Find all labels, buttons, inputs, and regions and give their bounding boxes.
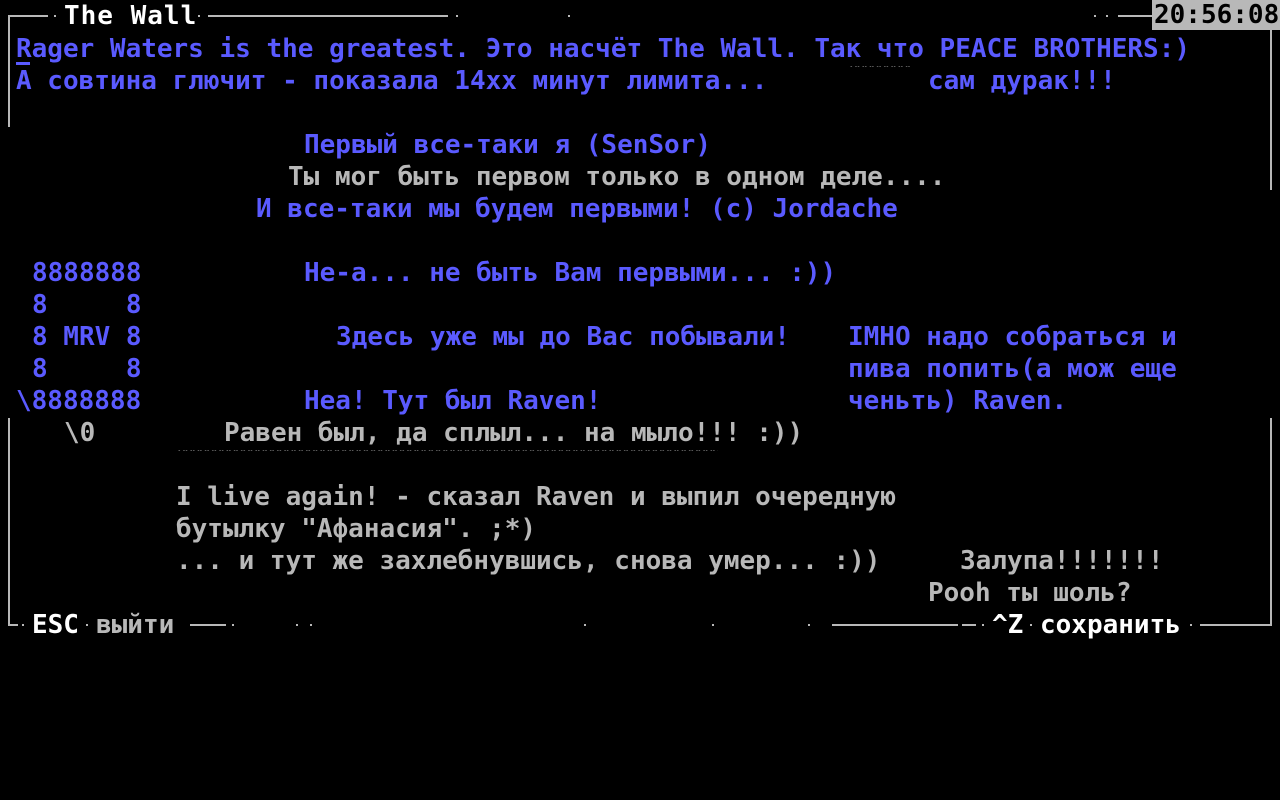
frame-bottom-mid (190, 624, 226, 626)
frame-left (8, 15, 10, 127)
wall-line: Первый все-таки я (SenSor) (304, 130, 711, 160)
wall-line: \0 (64, 418, 96, 448)
frame-dot (456, 15, 458, 17)
scribble-mark: ^^^^^^^^^^^^ (850, 66, 910, 70)
wall-line: А совтина глючит - показала 14хх минут л… (16, 66, 768, 96)
frame-right (1270, 418, 1272, 624)
frame-top-right (1118, 15, 1152, 17)
wall-screen: The Wall 20:56:08 Rager Waters is the gr… (0, 0, 1280, 800)
frame-bottom-mid (962, 624, 976, 626)
frame-dot (54, 15, 56, 17)
scribble-mark: ^^^^^^^^^^^^^^^^^^^^^^^^^^^^^^^^^^^^^^^^… (178, 450, 718, 454)
wall-line: Pooh ты шоль? (928, 578, 1132, 608)
frame-dot (198, 15, 200, 17)
wall-line: Ты мог быть первом только в одном деле..… (288, 162, 946, 192)
frame-dot (1106, 15, 1108, 17)
wall-line: ... и тут же захлебнувшись, снова умер..… (176, 546, 881, 576)
frame-dot (1094, 15, 1096, 17)
ascii-art-line: 8888888 (32, 258, 142, 288)
frame-dot (310, 624, 312, 626)
frame-dot (1030, 624, 1032, 626)
frame-dot (568, 15, 570, 17)
frame-bottom-mid (832, 624, 958, 626)
frame-dot (982, 624, 984, 626)
wall-line: Rager Waters is the greatest. Это насчёт… (16, 34, 1190, 64)
save-label[interactable]: сохранить (1040, 609, 1181, 641)
wall-line: ченьть) Raven. (848, 386, 1068, 416)
ascii-art-line: 8 8 (32, 354, 142, 384)
wall-line: И все-таки мы будем первыми! (c) Jordach… (256, 194, 898, 224)
wall-line: IMHO надо собраться и (848, 322, 1177, 352)
exit-label[interactable]: выйти (96, 609, 174, 641)
wall-line: Равен был, да сплыл... на мыло!!! :)) (224, 418, 804, 448)
frame-right (1270, 30, 1272, 190)
frame-dot (808, 624, 810, 626)
frame-bottom-left (8, 624, 18, 626)
frame-dot (584, 624, 586, 626)
wall-line: бутылку "Афанасия". ;*) (176, 514, 537, 544)
ascii-art-line: 8 8 (32, 290, 142, 320)
wall-line: пива попить(а мож еще (848, 354, 1177, 384)
wall-line: Здесь уже мы до Вас побывали! (336, 322, 790, 352)
wall-line: I live again! - сказал Raven и выпил оче… (176, 482, 897, 512)
wall-line: Не-а... не быть Вам первыми... :)) (304, 258, 837, 288)
frame-dot (22, 624, 24, 626)
wall-line: Неа! Тут был Raven! (304, 386, 602, 416)
ascii-art-line: 8 MRV 8 (32, 322, 142, 352)
save-key[interactable]: ^Z (992, 609, 1023, 641)
exit-key[interactable]: ESC (32, 609, 79, 641)
frame-dot (232, 624, 234, 626)
frame-left (8, 418, 10, 624)
clock: 20:56:08 (1152, 0, 1280, 30)
wall-line: Залупа!!!!!!! (960, 546, 1164, 576)
frame-top-left (8, 15, 48, 17)
frame-dot (86, 624, 88, 626)
frame-dot (1190, 624, 1192, 626)
frame-dot (296, 624, 298, 626)
frame-bottom-right (1200, 624, 1272, 626)
window-title: The Wall (64, 1, 198, 31)
frame-dot (712, 624, 714, 626)
ascii-art-line: \8888888 (16, 386, 142, 416)
frame-top-mid (208, 15, 448, 17)
wall-line: сам дурак!!! (928, 66, 1116, 96)
